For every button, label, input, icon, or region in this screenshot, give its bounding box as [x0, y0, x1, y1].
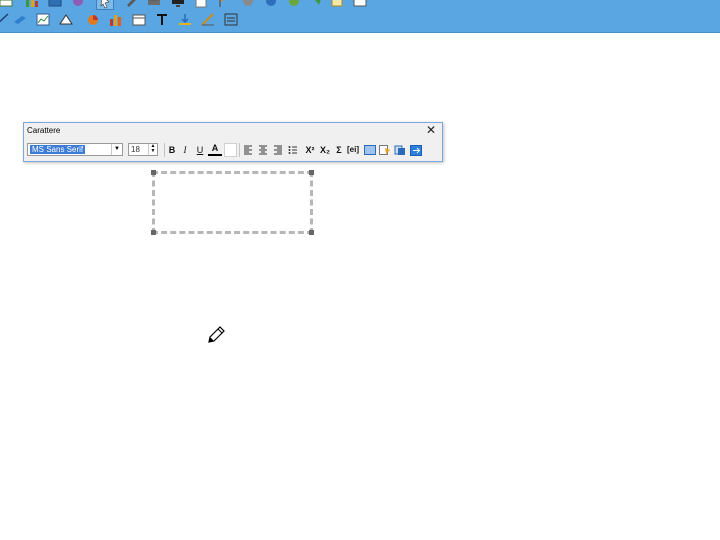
bullet-list-icon[interactable] [287, 143, 299, 157]
graph-icon[interactable] [35, 12, 51, 27]
window-icon[interactable] [352, 0, 368, 8]
align-center-icon[interactable] [257, 143, 269, 157]
shape-icon[interactable] [70, 0, 86, 8]
application-toolbar [0, 0, 720, 33]
separator [164, 143, 165, 157]
chevron-down-icon[interactable]: ▼ [111, 144, 122, 155]
insert-image-icon[interactable] [378, 143, 391, 157]
bold-button[interactable]: B [167, 143, 177, 157]
align-left-icon[interactable] [242, 143, 254, 157]
chart-icon[interactable] [24, 0, 40, 8]
stamp-icon[interactable] [223, 12, 239, 27]
link-icon[interactable] [286, 0, 302, 8]
page-icon[interactable] [193, 0, 209, 8]
print-icon[interactable] [146, 0, 162, 8]
resize-handle[interactable] [151, 170, 156, 175]
italic-button[interactable]: I [180, 143, 190, 157]
monitor-icon[interactable] [170, 0, 186, 8]
copy-icon[interactable] [393, 143, 406, 157]
font-size-value: 18 [131, 145, 140, 154]
separator [239, 143, 240, 157]
export-icon[interactable] [409, 143, 422, 157]
image-icon[interactable] [47, 0, 63, 8]
color-swatch[interactable] [224, 143, 237, 157]
rectangle-icon[interactable] [12, 12, 28, 27]
pen-icon[interactable] [124, 0, 140, 8]
table-icon[interactable] [0, 0, 14, 8]
sum-button[interactable]: Σ [334, 143, 344, 157]
flag-icon[interactable] [329, 0, 345, 8]
pencil-cursor-icon [205, 324, 227, 346]
pie-icon[interactable] [85, 12, 101, 27]
bar-chart-icon[interactable] [108, 12, 124, 27]
subscript-button[interactable]: X₂ [318, 143, 332, 157]
note-icon[interactable] [309, 0, 325, 8]
font-name-value: MS Sans Serif [30, 145, 86, 154]
underline-button[interactable]: U [195, 143, 205, 157]
text-box-placeholder[interactable] [151, 170, 314, 235]
globe-icon[interactable] [240, 0, 256, 8]
font-size-spinner[interactable]: 18 ▲ ▼ [128, 143, 158, 156]
ball-icon[interactable] [263, 0, 279, 8]
select-arrow-icon[interactable] [96, 0, 114, 10]
drawing-canvas[interactable] [0, 33, 720, 540]
font-dialog: Carattere ✕ MS Sans Serif ▼ 18 ▲ ▼ B I U… [23, 122, 443, 162]
line-icon[interactable] [0, 12, 10, 27]
triangle-icon[interactable] [58, 12, 74, 27]
text-tool-icon[interactable] [154, 12, 170, 27]
superscript-button[interactable]: X² [303, 143, 317, 157]
dialog-title: Carattere [27, 126, 61, 135]
font-name-select[interactable]: MS Sans Serif ▼ [27, 143, 123, 156]
ruler-icon[interactable] [200, 12, 216, 27]
download-icon[interactable] [177, 12, 193, 27]
resize-handle[interactable] [309, 230, 314, 235]
calendar-icon[interactable] [131, 12, 147, 27]
spin-arrows[interactable]: ▲ ▼ [148, 144, 157, 155]
resize-handle[interactable] [309, 170, 314, 175]
font-color-button[interactable]: A [208, 143, 222, 156]
frame-icon[interactable] [363, 143, 376, 157]
flag-icon[interactable] [216, 0, 232, 8]
close-icon[interactable]: ✕ [425, 124, 437, 136]
align-right-icon[interactable] [272, 143, 284, 157]
spin-down-icon[interactable]: ▼ [149, 149, 157, 154]
field-button[interactable]: [ei] [346, 143, 360, 157]
resize-handle[interactable] [151, 230, 156, 235]
